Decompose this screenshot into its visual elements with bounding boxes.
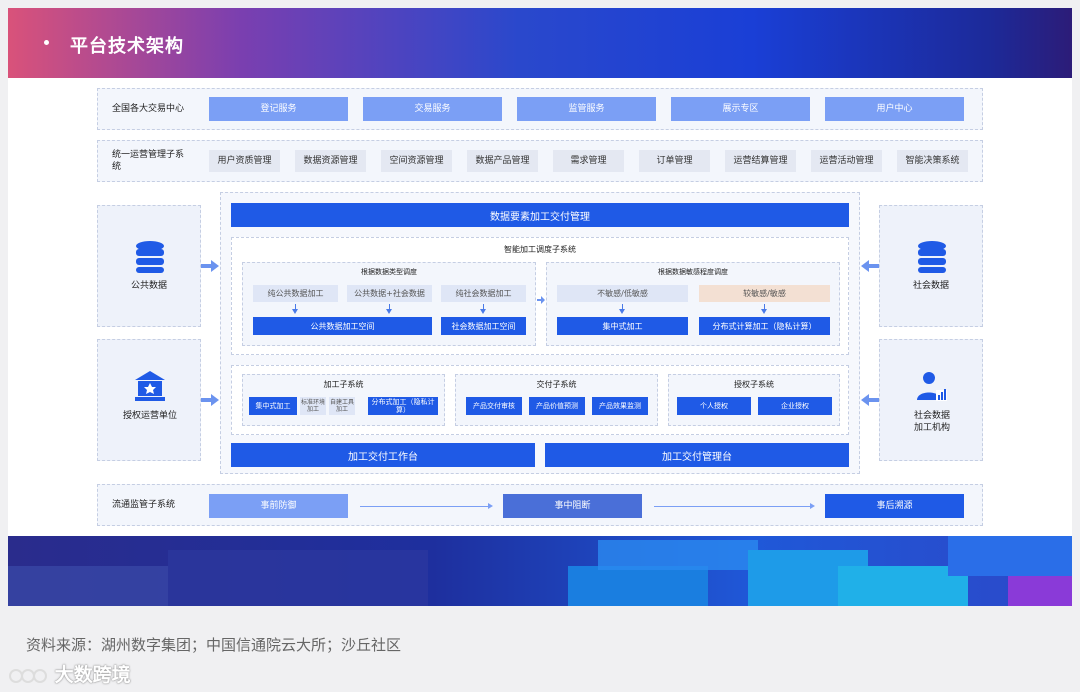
- connector-line: [654, 506, 810, 507]
- ops-item[interactable]: 运营活动管理: [811, 150, 882, 172]
- target-chip[interactable]: 分布式计算加工（隐私计算）: [699, 317, 830, 335]
- ops-item[interactable]: 订单管理: [639, 150, 710, 172]
- row-label: 流通监管子系统: [112, 500, 176, 510]
- header-banner: 平台技术架构: [8, 8, 1072, 78]
- public-data-box: 公共数据: [97, 205, 201, 327]
- auth-unit-label: 授权运营单位: [122, 411, 177, 421]
- social-org-label: 社会数据加工机构: [913, 411, 950, 433]
- by-sensitivity-title: 根据数据敏感程度调度: [658, 268, 728, 276]
- delivery-item[interactable]: 产品效果监测: [592, 397, 648, 415]
- authorization-title: 授权子系统: [734, 380, 774, 389]
- ops-item[interactable]: 运营结算管理: [725, 150, 796, 172]
- arrow-down-icon: [480, 309, 486, 314]
- source-chip[interactable]: 纯社会数据加工: [441, 285, 526, 302]
- ops-item[interactable]: 用户资质管理: [209, 150, 280, 172]
- management-console-bar[interactable]: 加工交付管理台: [545, 443, 849, 467]
- delivery-subsystem: 交付子系统 产品交付审核 产品价值预测 产品效果监测: [455, 374, 658, 426]
- by-type-group: 根据数据类型调度 纯公共数据加工 公共数据+社会数据 纯社会数据加工 公共数据加…: [242, 262, 536, 346]
- workbench-bar[interactable]: 加工交付工作台: [231, 443, 535, 467]
- ops-item[interactable]: 数据资源管理: [295, 150, 366, 172]
- row-circulation: 流通监管子系统 事前防御 事中阻断 事后溯源: [97, 484, 983, 526]
- by-type-title: 根据数据类型调度: [361, 268, 417, 276]
- source-chip[interactable]: 纯公共数据加工: [253, 285, 338, 302]
- target-chip[interactable]: 集中式加工: [557, 317, 688, 335]
- database-icon: [918, 241, 946, 273]
- arrow-right-icon: [488, 503, 493, 509]
- arrow-down-icon: [292, 309, 298, 314]
- watermark-text: 大数跨境: [54, 664, 131, 686]
- source-chip[interactable]: 较敏感/敏感: [699, 285, 830, 302]
- arrow-right-icon: [201, 260, 219, 272]
- social-data-label: 社会数据: [912, 281, 949, 291]
- row-trading-centers: 全国各大交易中心 登记服务 交易服务 监管服务 展示专区 用户中心: [97, 88, 983, 130]
- architecture-card: 平台技术架构 全国各大交易中心 登记服务 交易服务 监管服务 展示专区 用户中心…: [8, 8, 1072, 606]
- watermark-logo: 大数跨境: [8, 660, 131, 687]
- arrow-down-icon: [761, 309, 767, 314]
- public-data-label: 公共数据: [130, 281, 167, 291]
- institution-icon: [135, 371, 165, 401]
- source-chip[interactable]: 公共数据+社会数据: [347, 285, 432, 302]
- scheduler-subsystem: 智能加工调度子系统 根据数据类型调度 纯公共数据加工 公共数据+社会数据 纯社会…: [231, 237, 849, 355]
- processing-subsystem: 加工子系统 集中式加工 标准环境加工 自建工具加工 分布式加工（隐私计算）: [242, 374, 445, 426]
- ops-item[interactable]: 空间资源管理: [381, 150, 452, 172]
- by-sensitivity-group: 根据数据敏感程度调度 不敏感/低敏感 较敏感/敏感 集中式加工 分布式计算加工（…: [546, 262, 840, 346]
- service-registration[interactable]: 登记服务: [209, 97, 348, 121]
- arrow-down-icon: [619, 309, 625, 314]
- processing-title: 加工子系统: [323, 380, 364, 389]
- arrow-down-icon: [386, 309, 392, 314]
- ops-item[interactable]: 智能决策系统: [897, 150, 968, 172]
- processing-center: 数据要素加工交付管理 智能加工调度子系统 根据数据类型调度 纯公共数据加工 公共…: [220, 192, 860, 474]
- logo-icon: [9, 668, 47, 683]
- scheduler-title: 智能加工调度子系统: [504, 245, 576, 254]
- arrow-right-icon: [810, 503, 815, 509]
- row-label: 全国各大交易中心: [112, 104, 185, 114]
- social-data-box: 社会数据: [879, 205, 983, 327]
- processing-item[interactable]: 集中式加工: [249, 397, 297, 415]
- delivery-title: 交付子系统: [536, 380, 577, 389]
- delivery-item[interactable]: 产品交付审核: [466, 397, 522, 415]
- service-showcase[interactable]: 展示专区: [671, 97, 810, 121]
- row-operations: 统一运营管理子系统 用户资质管理 数据资源管理 空间资源管理 数据产品管理 需求…: [97, 140, 983, 182]
- service-supervision[interactable]: 监管服务: [517, 97, 656, 121]
- database-icon: [136, 241, 164, 273]
- source-chip[interactable]: 不敏感/低敏感: [557, 285, 688, 302]
- in-process-block-button[interactable]: 事中阻断: [503, 494, 642, 518]
- processing-item[interactable]: 自建工具加工: [329, 397, 355, 415]
- arrow-right-icon: [201, 394, 219, 406]
- target-chip[interactable]: 公共数据加工空间: [253, 317, 432, 335]
- processing-item[interactable]: 分布式加工（隐私计算）: [368, 397, 438, 415]
- subsystems-group: 加工子系统 集中式加工 标准环境加工 自建工具加工 分布式加工（隐私计算） 交付…: [231, 365, 849, 435]
- authorization-item[interactable]: 个人授权: [677, 397, 751, 415]
- delivery-item[interactable]: 产品价值预测: [529, 397, 585, 415]
- arrow-left-icon: [861, 394, 879, 406]
- connector-line: [360, 506, 488, 507]
- auth-unit-box: 授权运营单位: [97, 339, 201, 461]
- social-org-box: 社会数据加工机构: [879, 339, 983, 461]
- pre-defense-button[interactable]: 事前防御: [209, 494, 348, 518]
- ops-item[interactable]: 数据产品管理: [467, 150, 538, 172]
- source-caption: 资料来源：湖州数字集团；中国信通院云大所；沙丘社区: [26, 636, 402, 654]
- post-trace-button[interactable]: 事后溯源: [825, 494, 964, 518]
- user-chart-icon: [917, 372, 947, 401]
- footer-decoration: [8, 536, 1072, 606]
- target-chip[interactable]: 社会数据加工空间: [441, 317, 526, 335]
- ops-item[interactable]: 需求管理: [553, 150, 624, 172]
- service-trading[interactable]: 交易服务: [363, 97, 502, 121]
- service-user-center[interactable]: 用户中心: [825, 97, 964, 121]
- authorization-subsystem: 授权子系统 个人授权 企业授权: [668, 374, 840, 426]
- row-label: 统一运营管理子系统: [112, 150, 185, 172]
- page-title: 平台技术架构: [70, 36, 184, 57]
- arrow-right-icon: [537, 296, 545, 304]
- top-management-bar[interactable]: 数据要素加工交付管理: [231, 203, 849, 227]
- bullet-icon: [44, 40, 49, 45]
- processing-item[interactable]: 标准环境加工: [300, 397, 326, 415]
- authorization-item[interactable]: 企业授权: [758, 397, 832, 415]
- arrow-left-icon: [861, 260, 879, 272]
